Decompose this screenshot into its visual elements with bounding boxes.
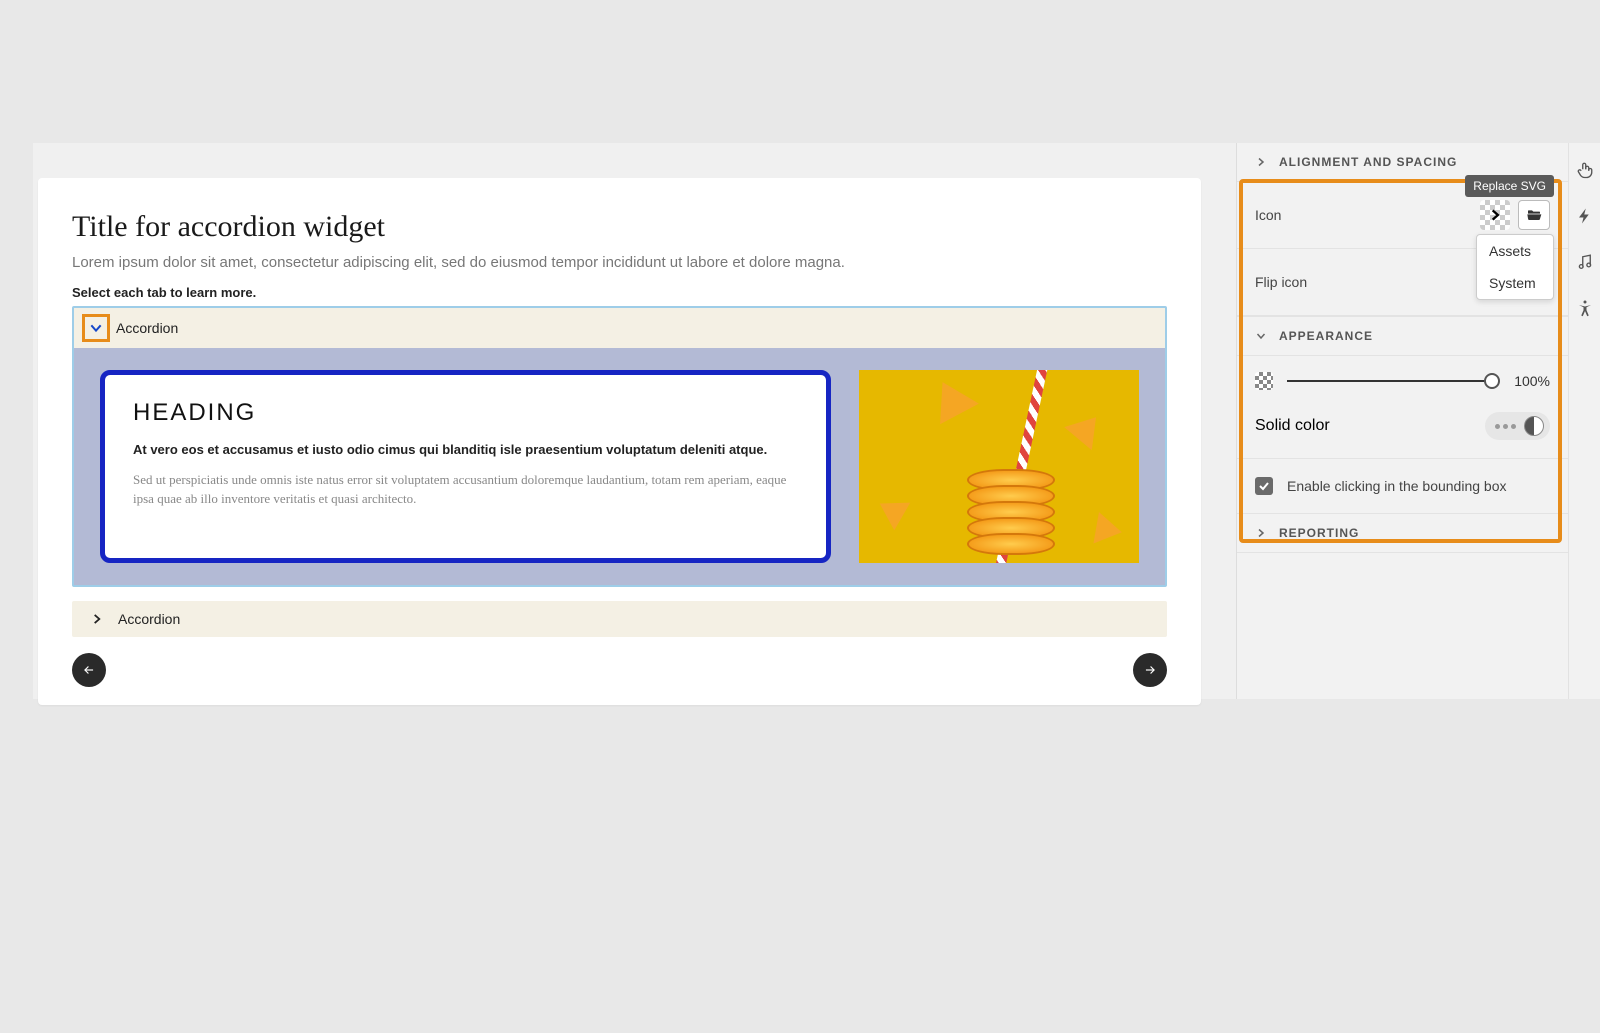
icon-label: Icon	[1255, 207, 1281, 223]
section-reporting-label: REPORTING	[1279, 526, 1359, 540]
section-appearance-label: APPEARANCE	[1279, 329, 1373, 343]
next-button[interactable]	[1133, 653, 1167, 687]
arrow-left-icon	[82, 663, 96, 677]
more-options-icon[interactable]	[1491, 424, 1520, 429]
chevron-right-icon	[1255, 156, 1267, 168]
color-mode-toggle[interactable]	[1485, 412, 1550, 440]
content-card: HEADING At vero eos et accusamus et iust…	[100, 370, 831, 563]
opacity-slider[interactable]	[1287, 380, 1492, 382]
opacity-row: 100%	[1237, 356, 1568, 398]
chevron-right-icon	[90, 612, 104, 626]
section-reporting[interactable]: REPORTING	[1237, 514, 1568, 553]
contrast-icon[interactable]	[1524, 416, 1544, 436]
music-note-icon[interactable]	[1576, 253, 1594, 271]
replace-svg-tooltip: Replace SVG	[1465, 175, 1554, 197]
opacity-value: 100%	[1506, 373, 1550, 389]
enable-click-label: Enable clicking in the bounding box	[1287, 478, 1507, 494]
solid-color-label: Solid color	[1255, 417, 1330, 435]
card-image	[859, 370, 1139, 563]
lightning-icon[interactable]	[1576, 207, 1594, 225]
widget-title: Title for accordion widget	[72, 210, 1167, 244]
replace-svg-button[interactable]	[1518, 200, 1550, 230]
check-icon	[1258, 480, 1270, 492]
arrow-right-icon	[1143, 663, 1157, 677]
card-heading: HEADING	[133, 399, 798, 427]
folder-open-icon	[1525, 207, 1543, 223]
accordion-label-2: Accordion	[118, 611, 180, 627]
section-appearance[interactable]: APPEARANCE	[1237, 316, 1568, 356]
widget-subtitle: Lorem ipsum dolor sit amet, consectetur …	[72, 254, 1167, 271]
chevron-right-icon	[1488, 208, 1502, 222]
flip-icon-label: Flip icon	[1255, 274, 1307, 290]
opacity-icon	[1255, 372, 1273, 390]
accordion-header-1[interactable]: Accordion	[74, 308, 1165, 348]
right-rail	[1568, 143, 1600, 699]
slider-thumb[interactable]	[1484, 373, 1500, 389]
accordion-selected[interactable]: Accordion HEADING At vero eos et accusam…	[72, 306, 1167, 587]
replace-svg-dropdown: Assets System	[1476, 234, 1554, 300]
helper-text: Select each tab to learn more.	[72, 285, 1167, 300]
solid-color-row: Solid color	[1237, 398, 1568, 459]
accordion-chevron-icon-selected[interactable]	[82, 314, 110, 342]
dropdown-item-system[interactable]: System	[1477, 267, 1553, 299]
enable-click-row[interactable]: Enable clicking in the bounding box	[1237, 459, 1568, 514]
canvas-area: Title for accordion widget Lorem ipsum d…	[33, 143, 1236, 699]
prev-button[interactable]	[72, 653, 106, 687]
enable-click-checkbox[interactable]	[1255, 477, 1273, 495]
accessibility-icon[interactable]	[1576, 299, 1594, 317]
chevron-right-icon	[1255, 527, 1267, 539]
accordion-body: HEADING At vero eos et accusamus et iust…	[74, 348, 1165, 585]
touch-icon[interactable]	[1576, 161, 1594, 179]
dropdown-item-assets[interactable]: Assets	[1477, 235, 1553, 267]
icon-row: Icon Replace SVG Assets System	[1237, 182, 1568, 249]
accordion-label-1: Accordion	[116, 320, 178, 336]
card-paragraph-2: Sed ut perspiciatis unde omnis iste natu…	[133, 470, 798, 509]
section-alignment-label: ALIGNMENT AND SPACING	[1279, 155, 1457, 169]
chevron-down-icon	[1255, 330, 1267, 342]
properties-panel: ALIGNMENT AND SPACING Icon Replace SVG A…	[1236, 143, 1600, 699]
icon-preview-swatch[interactable]	[1480, 200, 1510, 230]
accordion-header-2[interactable]: Accordion	[72, 601, 1167, 637]
card-paragraph-1: At vero eos et accusamus et iusto odio c…	[133, 441, 798, 460]
preview-canvas: Title for accordion widget Lorem ipsum d…	[38, 178, 1201, 705]
